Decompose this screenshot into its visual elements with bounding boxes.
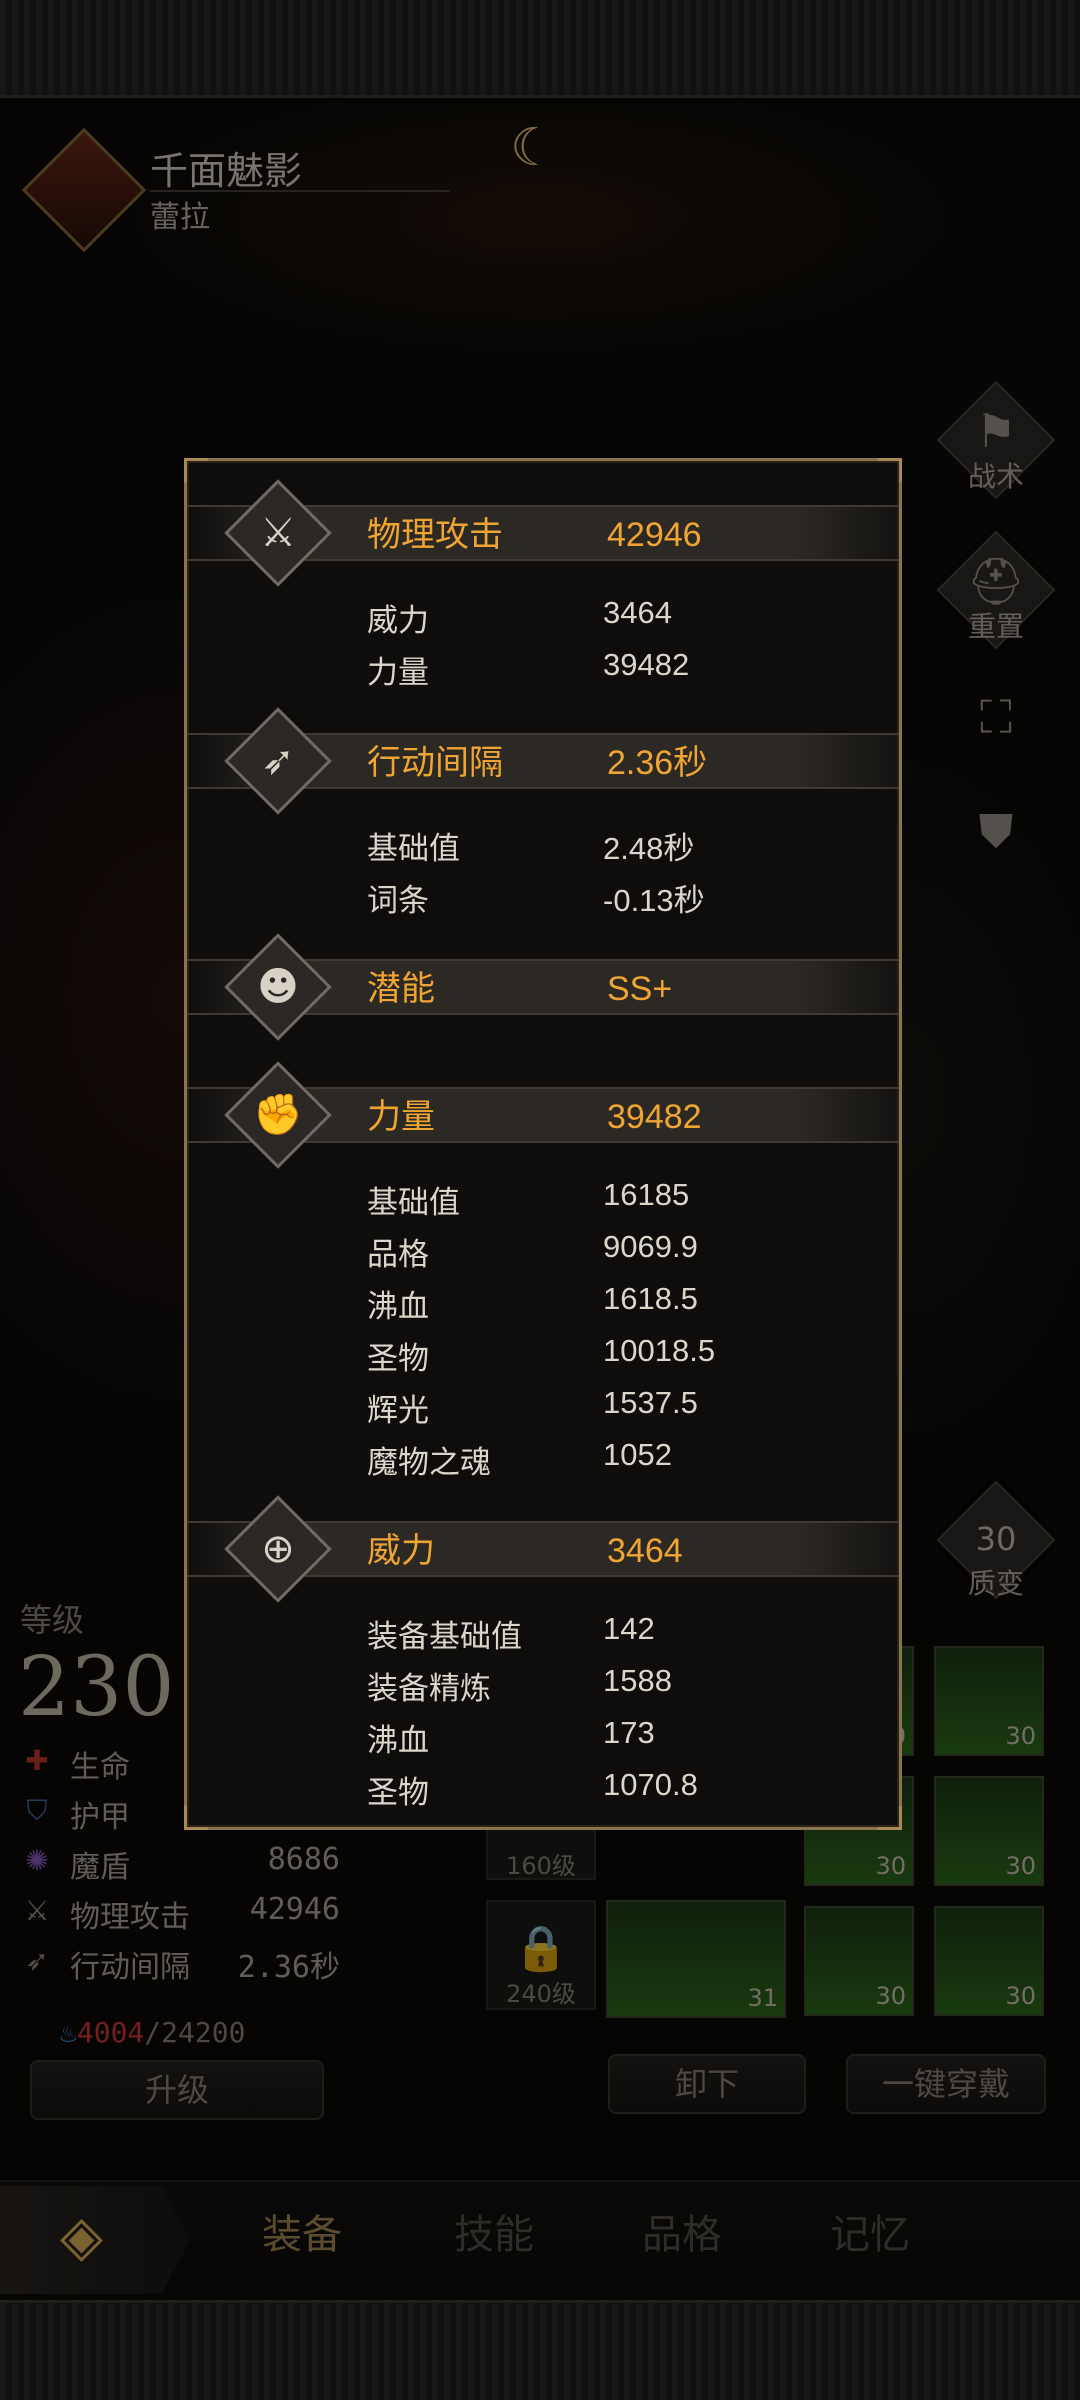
- row-value: 39482: [603, 647, 690, 682]
- section-name: 物理攻击: [367, 515, 503, 555]
- section-value: 39482: [607, 1098, 702, 1136]
- popup-corner: [184, 458, 208, 482]
- section-name: 行动间隔: [367, 743, 503, 783]
- power-icon: ⊕: [261, 1526, 295, 1572]
- section-value: 42946: [607, 516, 702, 554]
- row-name: 装备精炼: [367, 1671, 491, 1707]
- row-name: 基础值: [367, 1185, 460, 1221]
- row-name: 沸血: [367, 1289, 429, 1325]
- row-value: 3464: [603, 595, 672, 630]
- row-value: 1070.8: [603, 1767, 698, 1802]
- row-value: 16185: [603, 1177, 690, 1212]
- sword-icon: ⚔: [260, 510, 296, 556]
- row-name: 词条: [367, 883, 429, 919]
- attribute-detail-popup: 物理攻击 42946 ⚔ 威力 3464 力量 39482 行动间隔 2.36秒…: [184, 458, 902, 1830]
- row-name: 基础值: [367, 831, 460, 867]
- row-name: 装备基础值: [367, 1619, 522, 1655]
- section-value: 3464: [607, 1532, 683, 1570]
- row-name: 力量: [367, 655, 429, 691]
- row-name: 圣物: [367, 1775, 429, 1811]
- popup-corner: [184, 1806, 208, 1830]
- row-value: 2.48秒: [603, 831, 695, 866]
- row-value: 1588: [603, 1663, 672, 1698]
- fist-icon: ✊: [253, 1092, 303, 1138]
- potential-icon: ☻: [257, 964, 299, 1010]
- section-name: 潜能: [367, 969, 435, 1009]
- popup-corner: [878, 458, 902, 482]
- row-value: 173: [603, 1715, 655, 1750]
- row-value: 1618.5: [603, 1281, 698, 1316]
- row-name: 圣物: [367, 1341, 429, 1377]
- row-value: 10018.5: [603, 1333, 716, 1368]
- speed-icon: ➶: [261, 738, 295, 784]
- row-name: 沸血: [367, 1723, 429, 1759]
- row-value: -0.13秒: [603, 883, 705, 918]
- popup-corner: [878, 1806, 902, 1830]
- section-name: 力量: [367, 1097, 435, 1137]
- row-value: 9069.9: [603, 1229, 698, 1264]
- section-value: 2.36秒: [607, 744, 708, 782]
- section-value: SS+: [607, 970, 673, 1008]
- row-name: 威力: [367, 603, 429, 639]
- row-name: 品格: [367, 1237, 429, 1273]
- section-name: 威力: [367, 1531, 435, 1571]
- row-value: 1052: [603, 1437, 672, 1472]
- row-value: 142: [603, 1611, 655, 1646]
- row-name: 辉光: [367, 1393, 429, 1429]
- row-value: 1537.5: [603, 1385, 698, 1420]
- row-name: 魔物之魂: [367, 1445, 491, 1481]
